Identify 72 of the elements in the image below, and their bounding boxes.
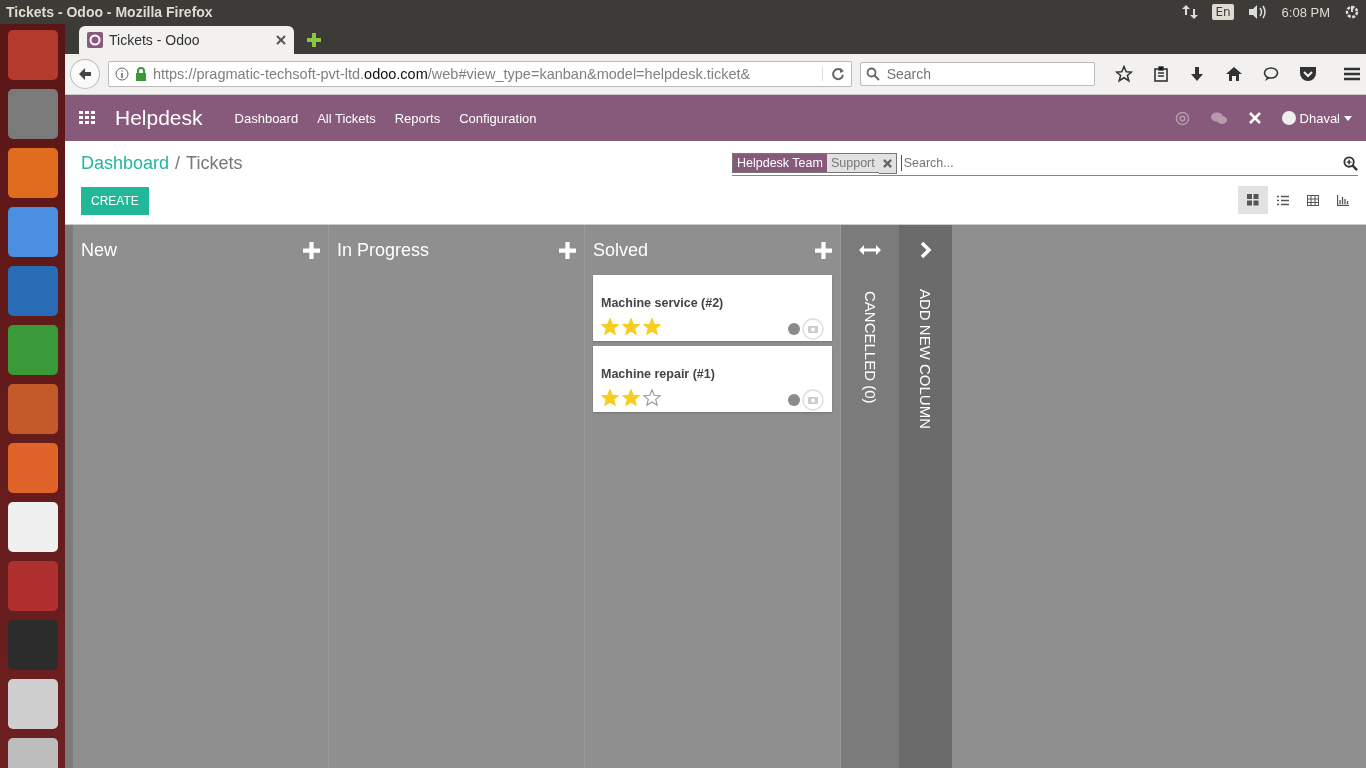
app-title: Helpdesk: [115, 106, 203, 130]
plus-icon[interactable]: [559, 241, 576, 259]
menu-item[interactable]: Reports: [394, 110, 441, 126]
reading-list-icon[interactable]: [1153, 66, 1169, 82]
volume-icon[interactable]: [1247, 4, 1268, 20]
app-launcher-icon[interactable]: [7, 679, 58, 729]
camera-avatar-icon: [802, 318, 824, 340]
list-icon: [1277, 194, 1289, 206]
star-icon[interactable]: [622, 317, 640, 335]
column-title: In Progress: [337, 239, 430, 261]
expand-arrows-icon[interactable]: [859, 245, 881, 255]
facet-value: Support: [826, 153, 879, 173]
odoo-logo-icon: [87, 32, 103, 48]
reload-icon[interactable]: [821, 67, 845, 81]
table-icon: [1307, 194, 1319, 206]
column-title: CANCELLED (0): [861, 291, 879, 404]
add-column-panel[interactable]: ADD NEW COLUMN: [899, 225, 952, 768]
close-icon[interactable]: [276, 35, 286, 45]
back-button[interactable]: [70, 59, 100, 89]
clock[interactable]: 6:08 PM: [1281, 4, 1330, 20]
address-bar[interactable]: https://pragmatic-techsoft-pvt-ltd.odoo.com/web#view_type=kanban&model=helpdesk.ticket&: [107, 61, 852, 87]
plus-icon[interactable]: [815, 241, 832, 259]
search-icon: [865, 67, 880, 81]
app-launcher-icon[interactable]: [7, 502, 58, 552]
ticket-title: Machine service (#2): [601, 296, 724, 310]
plus-icon[interactable]: [306, 32, 322, 48]
status-dot-icon[interactable]: [788, 394, 800, 406]
kanban-view-button[interactable]: [1238, 186, 1268, 214]
url-text: https://pragmatic-techsoft-pvt-ltd.odoo.com/web#view_type=kanban&model=helpdesk.ticket&: [152, 66, 752, 82]
star-icon[interactable]: [643, 317, 661, 335]
tab-title: Tickets - Odoo: [109, 32, 201, 48]
apps-grid-icon[interactable]: [79, 111, 95, 125]
star-icon[interactable]: [622, 388, 640, 406]
column-title: Solved: [593, 239, 649, 261]
chevron-right-icon: [919, 241, 932, 259]
menu-item[interactable]: All Tickets: [317, 110, 376, 126]
star-icon[interactable]: [601, 317, 619, 335]
menu-item[interactable]: Dashboard: [234, 110, 299, 126]
star-icon[interactable]: [601, 388, 619, 406]
info-icon[interactable]: [114, 67, 129, 81]
pocket-icon[interactable]: [1299, 66, 1317, 82]
grid-icon: [1247, 194, 1259, 206]
star-icon[interactable]: [643, 388, 661, 406]
user-menu[interactable]: Dhaval: [1281, 110, 1352, 126]
breadcrumb-current: Tickets: [186, 153, 243, 174]
home-icon[interactable]: [1225, 66, 1243, 82]
keyboard-layout-indicator[interactable]: En: [1212, 4, 1234, 20]
ticket-card[interactable]: Machine service (#2): [593, 275, 832, 341]
search-icon[interactable]: [1343, 155, 1358, 171]
window-title: Tickets - Odoo - Mozilla Firefox: [6, 4, 213, 20]
browser-search-field[interactable]: Search: [859, 62, 1095, 86]
menu-item[interactable]: Configuration: [459, 110, 537, 126]
column-title: New: [81, 239, 117, 261]
browser-tab[interactable]: Tickets - Odoo: [79, 26, 294, 54]
speech-bubble-icon[interactable]: [1263, 66, 1279, 82]
bookmark-star-icon[interactable]: [1115, 65, 1133, 83]
caret-icon: [1344, 115, 1352, 121]
facet-category: Helpdesk Team: [732, 153, 827, 173]
column-title: ADD NEW COLUMN: [917, 289, 934, 429]
status-dot-icon[interactable]: [788, 323, 800, 335]
bar-chart-icon: [1337, 194, 1349, 206]
ticket-card[interactable]: Machine repair (#1): [593, 346, 832, 412]
menu-icon[interactable]: [1343, 66, 1361, 82]
avatar-icon: [1281, 111, 1296, 125]
download-icon[interactable]: [1189, 66, 1205, 82]
breadcrumb-separator: /: [175, 153, 181, 174]
lock-icon: [134, 67, 147, 81]
camera-avatar-icon: [802, 389, 824, 411]
plus-icon[interactable]: [303, 241, 320, 259]
ticket-title: Machine repair (#1): [601, 367, 715, 381]
network-arrows-icon[interactable]: [1182, 4, 1199, 20]
browser-search-input[interactable]: Search: [884, 65, 1089, 83]
